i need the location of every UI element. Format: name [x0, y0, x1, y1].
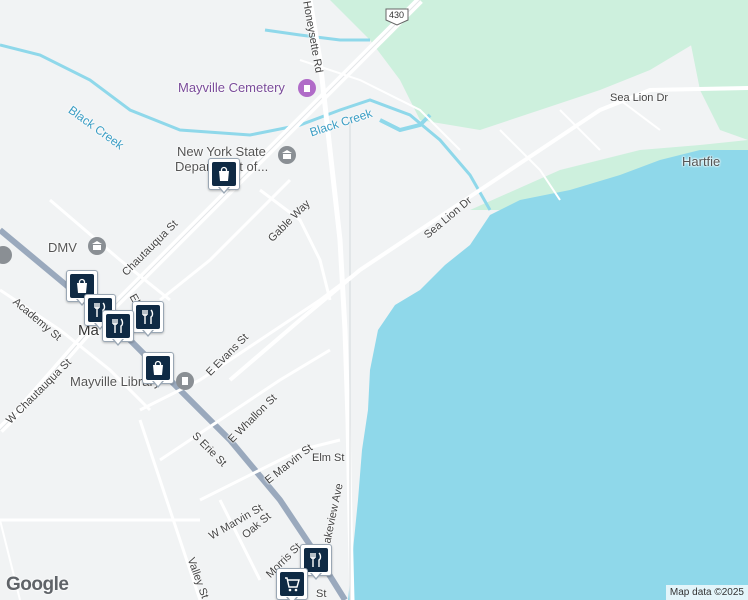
dmv-glyph-icon — [92, 241, 102, 250]
shopping-marker[interactable] — [142, 352, 174, 388]
road-label-sea-lion-dr-2: Sea Lion Dr — [610, 92, 669, 104]
shopping-bag-icon — [153, 360, 163, 375]
building-glyph-icon — [282, 150, 292, 159]
place-label-hartfield-partial: Hartfie — [682, 154, 721, 169]
government-building-icon[interactable] — [278, 146, 296, 164]
book-glyph-icon — [182, 377, 188, 385]
restaurant-marker[interactable] — [132, 301, 164, 337]
dmv-building-icon[interactable] — [88, 237, 106, 255]
fork-knife-icon — [112, 318, 124, 333]
route-430-label: 430 — [389, 10, 405, 20]
google-logo[interactable]: Google — [6, 574, 69, 596]
place-label-dmv[interactable]: DMV — [48, 240, 77, 255]
place-label-mayville-cemetery[interactable]: Mayville Cemetery — [178, 80, 285, 95]
road-label-elm-st: Elm St — [312, 452, 345, 464]
place-label-nys-dept-line1[interactable]: New York State — [177, 144, 266, 159]
shopping-cart-icon — [285, 577, 300, 592]
map-attribution[interactable]: Map data ©2025 — [665, 585, 748, 600]
grocery-marker[interactable] — [276, 568, 308, 600]
cemetery-glyph-icon — [304, 85, 310, 92]
route-430-shield: 430 — [384, 8, 410, 26]
map-canvas[interactable]: Chautauqua St W Chautauqua St Academy St… — [0, 0, 748, 600]
shopping-bag-icon — [219, 166, 229, 181]
shopping-bag-icon — [77, 278, 87, 293]
fork-knife-icon — [310, 552, 322, 567]
restaurant-marker[interactable] — [102, 310, 134, 346]
library-icon[interactable] — [176, 372, 194, 390]
cemetery-icon[interactable] — [298, 79, 316, 97]
fork-knife-icon — [142, 309, 154, 324]
shopping-marker[interactable] — [208, 158, 240, 194]
road-label-partial-st: St — [316, 588, 327, 600]
